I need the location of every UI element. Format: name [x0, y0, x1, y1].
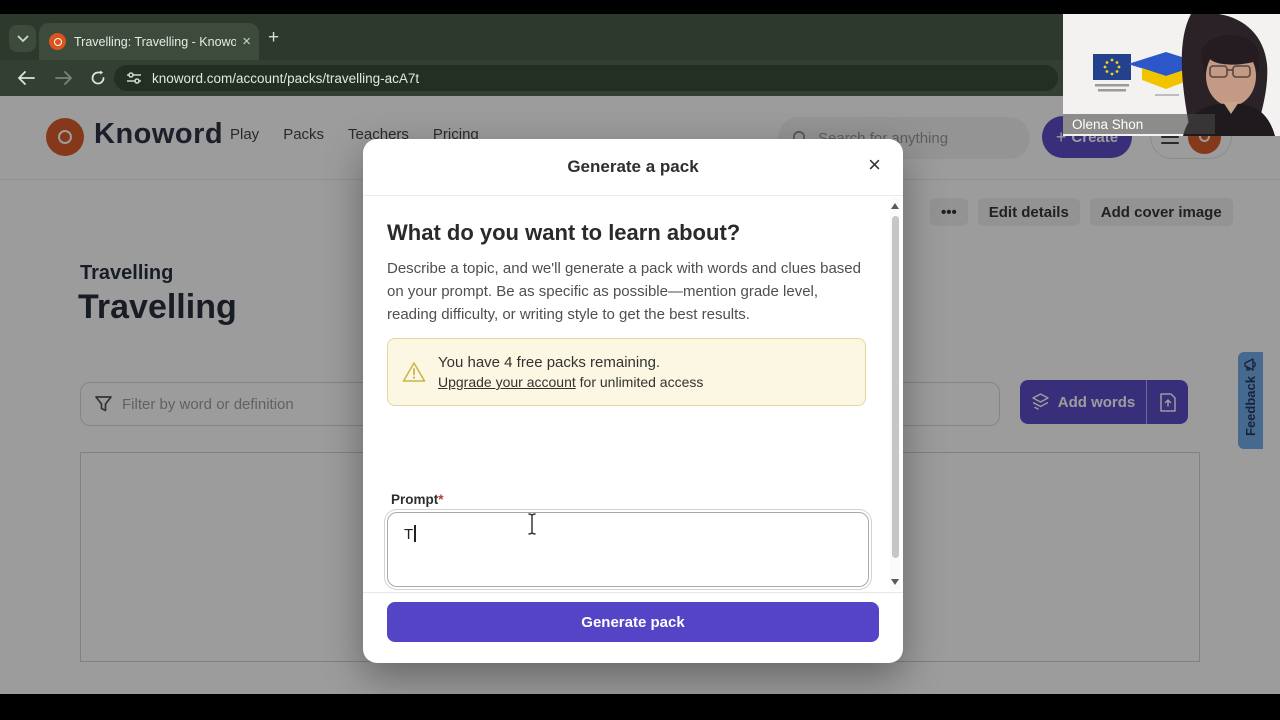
tab-title: Travelling: Travelling - Knoword — [74, 34, 237, 49]
scroll-up-icon[interactable] — [891, 203, 899, 209]
reload-button[interactable] — [86, 66, 110, 90]
tab-close-icon[interactable]: × — [242, 34, 251, 49]
scroll-down-icon[interactable] — [891, 579, 899, 585]
scrollbar-thumb[interactable] — [891, 216, 899, 558]
url-text: knoword.com/account/packs/travelling-acA… — [152, 70, 420, 86]
modal-header: Generate a pack × — [363, 139, 903, 196]
webcam-overlay: Olena Shon — [1063, 14, 1280, 136]
warning-line2: Upgrade your account for unlimited acces… — [438, 374, 703, 390]
close-icon[interactable]: × — [868, 154, 881, 176]
generate-pack-modal: Generate a pack × What do you want to le… — [363, 139, 903, 663]
modal-scrollbar[interactable] — [890, 198, 900, 590]
chevron-down-icon — [17, 35, 28, 42]
modal-footer: Generate pack — [363, 592, 903, 663]
upgrade-account-link[interactable]: Upgrade your account — [438, 374, 576, 390]
prompt-value: T — [404, 526, 414, 543]
reload-icon — [91, 70, 105, 85]
modal-body: What do you want to learn about? Describ… — [363, 196, 903, 592]
webcam-name-label: Olena Shon — [1063, 114, 1215, 134]
back-button[interactable] — [14, 66, 38, 90]
back-arrow-icon — [18, 71, 35, 85]
modal-title: Generate a pack — [567, 157, 699, 176]
required-asterisk: * — [438, 492, 444, 507]
free-packs-warning: You have 4 free packs remaining. Upgrade… — [387, 338, 866, 406]
screen: Travelling: Travelling - Knoword × + kno… — [0, 0, 1280, 720]
modal-description: Describe a topic, and we'll generate a p… — [387, 260, 861, 323]
ibeam-mouse-cursor — [528, 513, 536, 535]
warning-line1: You have 4 free packs remaining. — [438, 354, 661, 371]
generate-pack-button[interactable]: Generate pack — [387, 602, 879, 642]
forward-arrow-icon — [55, 71, 72, 85]
eu-flag-icon — [1093, 54, 1131, 80]
text-caret — [414, 525, 416, 542]
warning-line2-rest: for unlimited access — [575, 374, 704, 390]
forward-button[interactable] — [52, 66, 76, 90]
url-bar[interactable]: knoword.com/account/packs/travelling-acA… — [114, 65, 1058, 91]
prompt-textarea[interactable]: T — [387, 512, 869, 587]
modal-heading: What do you want to learn about? — [387, 220, 741, 245]
prompt-label: Prompt* — [391, 492, 444, 507]
new-tab-button[interactable]: + — [268, 27, 279, 49]
letterbox-bottom — [0, 694, 1280, 720]
site-settings-icon — [127, 72, 141, 84]
tab-search-button[interactable] — [9, 25, 36, 52]
warning-triangle-icon — [402, 362, 426, 382]
browser-tab[interactable]: Travelling: Travelling - Knoword × — [39, 23, 259, 60]
knoword-favicon-icon — [49, 33, 66, 50]
warning-text: You have 4 free packs remaining. Upgrade… — [438, 354, 703, 390]
